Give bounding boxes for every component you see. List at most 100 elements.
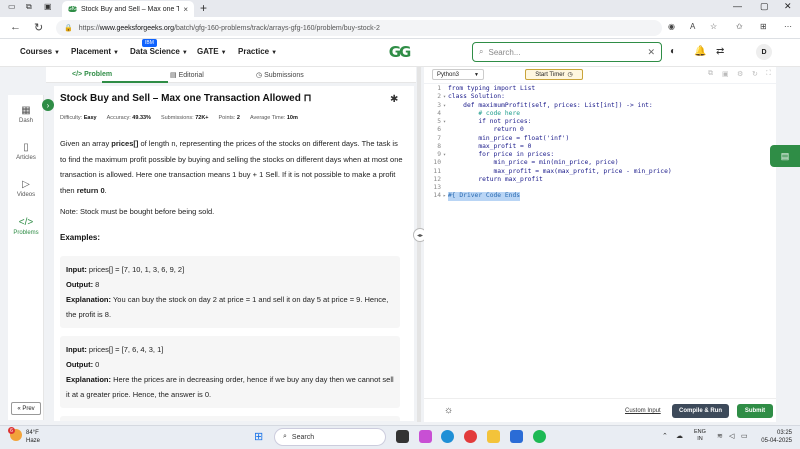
- bookmark-icon[interactable]: ⊓: [304, 93, 312, 104]
- menu-practice[interactable]: Practice ▼: [238, 47, 277, 56]
- menu-data-science[interactable]: Data Science ▼: [130, 47, 188, 56]
- taskbar-search[interactable]: ⌕ Search: [274, 428, 386, 446]
- chevron-up-icon[interactable]: ⌃: [662, 432, 668, 440]
- problem-tabs: </> Problem ▤ Editorial ◷ Submissions: [46, 67, 416, 83]
- back-icon[interactable]: ←: [10, 21, 21, 33]
- clock[interactable]: 03:25 05-04-2025: [756, 429, 792, 445]
- chrome-icon[interactable]: [464, 430, 477, 443]
- chevron-down-icon: ▼: [113, 50, 119, 56]
- weather-widget[interactable]: 84°F Haze: [26, 429, 40, 445]
- sidebar-toggle-icon[interactable]: ▭: [8, 2, 16, 11]
- panel-splitter[interactable]: [417, 67, 421, 422]
- prev-button[interactable]: « Prev: [11, 402, 41, 415]
- settings-icon[interactable]: ⚙: [737, 70, 743, 78]
- line-number: 12: [433, 175, 441, 183]
- example-box: Input: prices[] = [7, 6, 4, 3, 1] Output…: [60, 336, 400, 408]
- example-box: Input: prices[] = [7, 10, 1, 3, 6, 9, 2]…: [60, 256, 400, 328]
- menu-placement[interactable]: Placement ▼: [71, 47, 119, 56]
- search-input[interactable]: ⌕ Search... ✕: [472, 42, 662, 62]
- code-text: class Solution:: [448, 93, 505, 101]
- url-field[interactable]: 🔒 https://www.geeksforgeeks.org/batch/gf…: [56, 20, 662, 36]
- code-text: from typing import List: [448, 85, 536, 92]
- light-mode-icon[interactable]: ☼: [444, 405, 453, 416]
- favorites-icon[interactable]: ✩: [736, 22, 743, 31]
- tab-problem[interactable]: </> Problem: [72, 71, 112, 78]
- more-menu-icon[interactable]: ⋯: [784, 22, 792, 31]
- edge-icon[interactable]: [441, 430, 454, 443]
- tab-submissions[interactable]: ◷ Submissions: [256, 71, 304, 79]
- spotify-icon[interactable]: [533, 430, 546, 443]
- close-window-icon[interactable]: ✕: [784, 1, 792, 12]
- code-line: 14 ▸ #{ Driver Code Ends: [424, 192, 672, 201]
- compile-run-button[interactable]: Compile & Run: [672, 404, 729, 418]
- code-text: # code here: [448, 109, 521, 117]
- read-aloud-icon[interactable]: A: [690, 22, 695, 31]
- line-number: 6: [437, 126, 441, 134]
- rail-item-problems[interactable]: </> Problems: [8, 217, 44, 236]
- line-number: 1: [437, 85, 441, 92]
- copy-icon[interactable]: ⧉: [708, 70, 713, 78]
- clear-search-icon[interactable]: ✕: [647, 47, 655, 58]
- browser-tab-bar: ▭ ⧉ ▣ GfG Stock Buy and Sell – Max one T…: [0, 0, 800, 17]
- code-line: 5 ▾ if not prices:: [424, 118, 672, 126]
- line-number: 7: [437, 134, 441, 142]
- task-view-icon[interactable]: [396, 430, 409, 443]
- code-text: min_price = min(min_price, price): [448, 159, 619, 167]
- fold-chevron-icon[interactable]: [443, 184, 448, 192]
- start-timer-button[interactable]: Start Timer ◷: [525, 69, 583, 80]
- chevron-down-icon: ▼: [181, 50, 188, 56]
- gfg-logo[interactable]: GG: [382, 42, 416, 62]
- battery-icon[interactable]: ▭: [741, 432, 748, 440]
- tab-editorial[interactable]: ▤ Editorial: [170, 71, 204, 79]
- refresh-icon[interactable]: ↻: [34, 21, 43, 34]
- code-text: max_profit = max(max_profit, price - min…: [448, 167, 672, 175]
- file-explorer-icon[interactable]: [487, 430, 500, 443]
- favorite-star-icon[interactable]: ☆: [710, 22, 717, 31]
- line-number: 8: [437, 142, 441, 150]
- book-icon: ▯: [23, 142, 29, 153]
- extension-icon[interactable]: ◉: [668, 22, 675, 31]
- line-number: 5: [437, 118, 441, 125]
- menu-gate[interactable]: GATE ▼: [197, 47, 227, 56]
- tab-title: Stock Buy and Sell – Max one Tra: [81, 5, 180, 13]
- line-number: 4: [437, 109, 441, 117]
- volume-icon[interactable]: ◁: [729, 432, 734, 440]
- problem-description: Given an array prices[] of length n, rep…: [60, 139, 403, 195]
- language-select[interactable]: Python3 ▼: [432, 69, 484, 80]
- chat-icon[interactable]: ▤: [770, 145, 800, 167]
- report-bug-icon[interactable]: ✱: [390, 94, 398, 105]
- fullscreen-icon[interactable]: ⛶: [766, 70, 771, 78]
- code-line: 4 # code here: [424, 110, 672, 118]
- collections-icon[interactable]: ⊞: [760, 22, 767, 31]
- avatar[interactable]: D: [756, 44, 772, 60]
- cloud-icon[interactable]: ☁: [676, 432, 683, 440]
- store-icon[interactable]: [510, 430, 523, 443]
- example-box: [60, 416, 400, 421]
- expand-rail-button[interactable]: ›: [42, 99, 54, 111]
- refresh-code-icon[interactable]: ↻: [752, 70, 758, 78]
- tab-actions-icon[interactable]: ⧉: [26, 2, 32, 12]
- rail-item-videos[interactable]: ▷ Videos: [8, 179, 44, 198]
- translate-icon[interactable]: ⇄: [716, 46, 724, 57]
- wifi-icon[interactable]: ≋: [717, 432, 723, 440]
- line-number: 10: [433, 159, 441, 167]
- minimize-icon[interactable]: —: [733, 1, 742, 11]
- close-tab-icon[interactable]: ×: [183, 5, 188, 14]
- code-editor[interactable]: 1 from typing import List 2 ▾ class Solution…: [424, 84, 776, 398]
- maximize-icon[interactable]: ▢: [760, 1, 769, 12]
- rail-item-articles[interactable]: ▯ Articles: [8, 142, 44, 161]
- windows-start-icon[interactable]: ⊞: [254, 430, 263, 443]
- rail-item-dash[interactable]: ▦ Dash: [8, 105, 44, 124]
- language-indicator[interactable]: ENG IN: [694, 429, 706, 443]
- code-text: for price in prices:: [448, 151, 555, 158]
- workspace-icon[interactable]: ▣: [44, 2, 52, 11]
- reset-icon[interactable]: ▣: [722, 70, 729, 78]
- submit-button[interactable]: Submit: [737, 404, 773, 418]
- theme-toggle-icon[interactable]: ◐: [670, 46, 676, 57]
- new-tab-button[interactable]: +: [200, 1, 207, 15]
- menu-courses[interactable]: Courses ▼: [20, 47, 60, 56]
- copilot-icon[interactable]: [419, 430, 432, 443]
- custom-input-link[interactable]: Custom Input: [625, 408, 661, 414]
- browser-tab[interactable]: GfG Stock Buy and Sell – Max one Tra ×: [62, 1, 194, 17]
- notification-bell-icon[interactable]: 🔔: [694, 46, 706, 57]
